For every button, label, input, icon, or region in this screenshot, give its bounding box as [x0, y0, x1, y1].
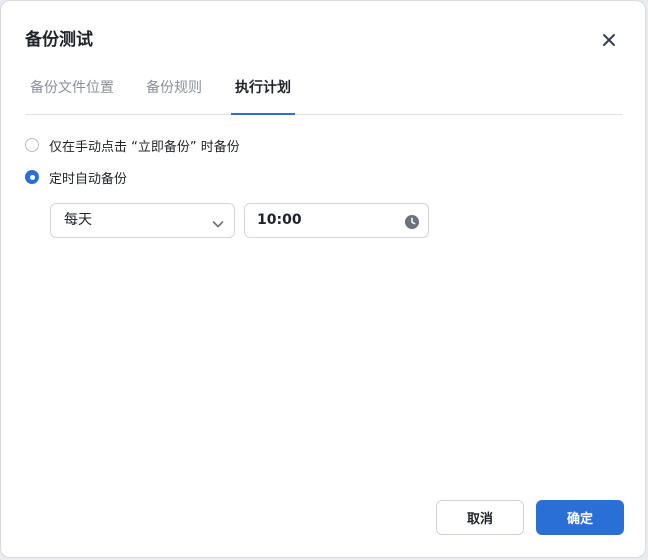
- radio-button-checked[interactable]: [25, 170, 39, 184]
- radio-scheduled-backup[interactable]: 定时自动备份: [25, 167, 127, 187]
- tab-label: 执行计划: [235, 80, 291, 96]
- dialog-title: 备份测试: [25, 30, 93, 50]
- tab-bar: 备份文件位置 备份规则 执行计划: [25, 75, 623, 115]
- active-tab-indicator: [231, 113, 295, 115]
- radio-label: 定时自动备份: [49, 171, 128, 187]
- tab-backup-location[interactable]: 备份文件位置: [30, 75, 114, 114]
- time-input[interactable]: 10:00: [244, 203, 429, 238]
- tab-label: 备份文件位置: [30, 80, 114, 96]
- radio-label: 仅在手动点击 “立即备份” 时备份: [49, 139, 240, 155]
- tab-backup-rules[interactable]: 备份规则: [146, 75, 202, 114]
- cancel-button[interactable]: 取消: [436, 500, 524, 535]
- tab-label: 备份规则: [146, 80, 202, 96]
- radio-manual-backup[interactable]: 仅在手动点击 “立即备份” 时备份: [25, 135, 240, 155]
- close-button[interactable]: [599, 31, 619, 51]
- backup-test-dialog: 备份测试 备份文件位置 备份规则 执行计划 仅在手动点击 “立即备份” 时备份 …: [0, 0, 646, 558]
- close-icon: [602, 32, 616, 51]
- frequency-select[interactable]: 每天: [50, 203, 235, 238]
- time-value: 10:00: [257, 212, 302, 228]
- clock-icon[interactable]: [405, 214, 419, 229]
- frequency-value: 每天: [64, 212, 92, 228]
- tab-schedule[interactable]: 执行计划: [231, 75, 295, 115]
- radio-button-unchecked[interactable]: [25, 138, 39, 152]
- chevron-down-icon: [212, 215, 224, 228]
- confirm-button[interactable]: 确定: [536, 500, 624, 535]
